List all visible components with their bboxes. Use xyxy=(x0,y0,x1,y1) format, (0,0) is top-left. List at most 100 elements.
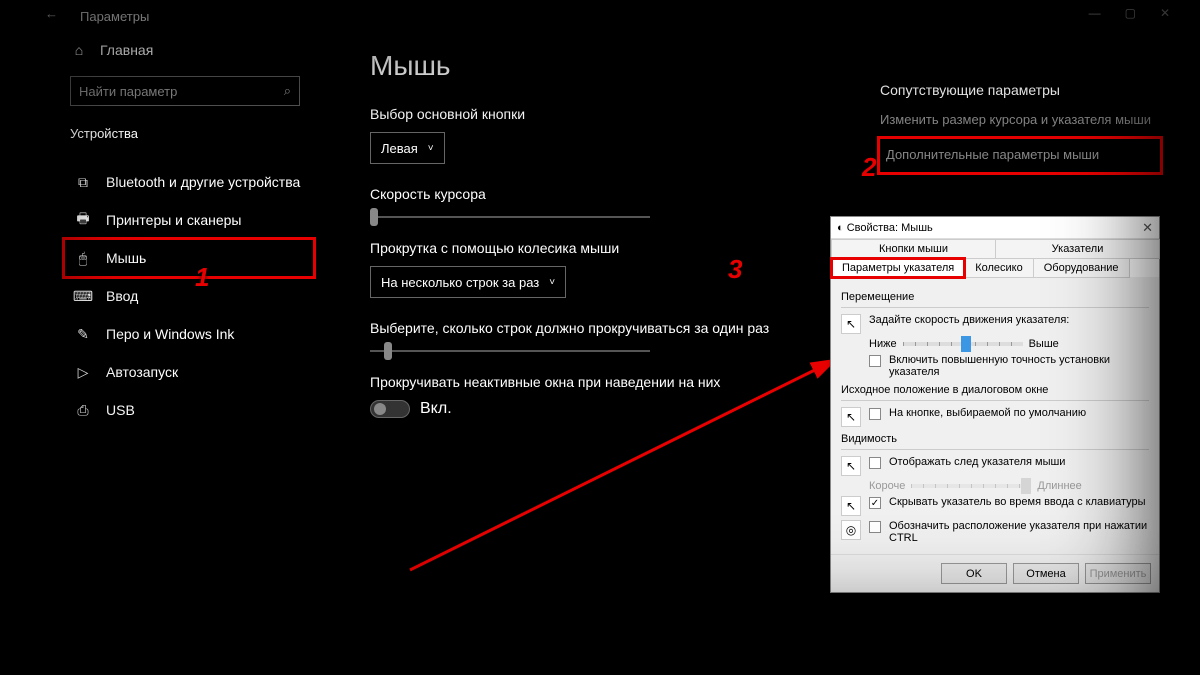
back-icon[interactable]: ← xyxy=(45,6,58,21)
maximize-button[interactable]: ▢ xyxy=(1125,6,1136,20)
related-link-cursorsize[interactable]: Изменить размер курсора и указателя мыши xyxy=(880,112,1160,129)
dialog-buttons: OK Отмена Применить xyxy=(831,554,1159,592)
dialog-body: Перемещение ↖ Задайте скорость движения … xyxy=(831,277,1159,554)
scroll-mode-label: Прокрутка с помощью колесика мыши xyxy=(370,240,850,256)
minimize-button[interactable]: — xyxy=(1089,6,1101,20)
hide-pointer-label: Скрывать указатель во время ввода с клав… xyxy=(889,496,1146,508)
main-content: Мышь Выбор основной кнопки Левая ˅ Скоро… xyxy=(370,50,850,418)
annotation-2: 2 xyxy=(862,152,876,183)
cursor-speed-slider[interactable] xyxy=(370,216,650,218)
pen-icon: ✎ xyxy=(74,326,92,343)
sidebar-section: Устройства xyxy=(70,126,330,141)
cancel-button[interactable]: Отмена xyxy=(1013,563,1079,584)
lines-label: Выберите, сколько строк должно прокручив… xyxy=(370,320,850,336)
tab-buttons[interactable]: Кнопки мыши xyxy=(831,239,996,259)
trail-length-slider xyxy=(911,484,1031,488)
inactive-scroll-toggle[interactable]: Вкл. xyxy=(370,400,850,418)
tab-hardware[interactable]: Оборудование xyxy=(1033,258,1130,278)
locate-icon: ◎ xyxy=(841,520,861,540)
usb-icon: ⎙ xyxy=(74,402,92,419)
sidebar-item-label: Автозапуск xyxy=(106,364,178,380)
pointer-speed-label: Задайте скорость движения указателя: xyxy=(869,314,1069,326)
sidebar-item-label: Мышь xyxy=(106,250,146,266)
speed-high-label: Выше xyxy=(1029,338,1059,350)
annotation-1: 1 xyxy=(195,262,209,293)
trail-icon: ↖ xyxy=(841,456,861,476)
slider-thumb[interactable] xyxy=(961,336,971,352)
primary-button-value: Левая xyxy=(381,141,418,156)
chevron-down-icon: ˅ xyxy=(428,143,434,154)
trail-long-label: Длиннее xyxy=(1037,480,1081,492)
related-link-advanced[interactable]: Дополнительные параметры мыши xyxy=(880,139,1160,172)
sidebar-item-label: Bluetooth и другие устройства xyxy=(106,174,300,190)
sidebar-item-pen[interactable]: ✎ Перо и Windows Ink xyxy=(70,315,330,353)
mouse-icon: 🖱 xyxy=(74,250,92,267)
ctrl-locate-checkbox[interactable] xyxy=(869,521,881,533)
group-motion: Перемещение xyxy=(841,291,1149,303)
home-icon: ⌂ xyxy=(70,42,88,58)
sidebar-item-usb[interactable]: ⎙ USB xyxy=(70,391,330,429)
dialog-title: Свойства: Мышь xyxy=(847,222,933,234)
primary-button-select[interactable]: Левая ˅ xyxy=(370,132,445,164)
slider-thumb xyxy=(1021,478,1031,494)
group-visibility: Видимость xyxy=(841,433,1149,445)
sidebar-item-printers[interactable]: 🖶 Принтеры и сканеры xyxy=(70,201,330,239)
search-icon: ⌕ xyxy=(284,83,291,99)
toggle-knob xyxy=(374,403,386,415)
search-placeholder: Найти параметр xyxy=(79,84,177,99)
sidebar-home[interactable]: ⌂ Главная xyxy=(70,42,330,58)
hide-icon: ↖ xyxy=(841,496,861,516)
enhance-precision-label: Включить повышенную точность установки у… xyxy=(889,354,1149,378)
group-snap: Исходное положение в диалоговом окне xyxy=(841,384,1149,396)
window-titlebar: ← Параметры — ▢ ✕ xyxy=(0,0,1200,32)
slider-thumb[interactable] xyxy=(384,342,392,360)
sidebar-home-label: Главная xyxy=(100,42,153,58)
scroll-mode-value: На несколько строк за раз xyxy=(381,275,539,290)
sidebar-item-bluetooth[interactable]: ⧉ Bluetooth и другие устройства xyxy=(70,163,330,201)
toggle-pill[interactable] xyxy=(370,400,410,418)
lines-slider[interactable] xyxy=(370,350,650,352)
tab-pointers[interactable]: Указатели xyxy=(995,239,1160,259)
sidebar-item-label: Ввод xyxy=(106,288,138,304)
pointer-icon: ↖ xyxy=(841,314,861,334)
tab-pointer-options[interactable]: Параметры указателя xyxy=(831,258,965,278)
ok-button[interactable]: OK xyxy=(941,563,1007,584)
apply-button[interactable]: Применить xyxy=(1085,563,1151,584)
inactive-scroll-label: Прокручивать неактивные окна при наведен… xyxy=(370,374,850,390)
snap-default-checkbox[interactable] xyxy=(869,408,881,420)
chevron-down-icon: ˅ xyxy=(549,277,555,288)
related-panel: Сопутствующие параметры Изменить размер … xyxy=(880,82,1160,182)
dialog-close-button[interactable]: ✕ xyxy=(1142,220,1153,236)
sidebar-item-label: Перо и Windows Ink xyxy=(106,326,234,342)
sidebar-item-mouse[interactable]: 🖱 Мышь xyxy=(64,239,314,277)
hide-pointer-checkbox[interactable]: ✓ xyxy=(869,497,881,509)
sidebar-item-autoplay[interactable]: ▷ Автозапуск xyxy=(70,353,330,391)
search-input[interactable]: Найти параметр ⌕ xyxy=(70,76,300,106)
pointer-trail-label: Отображать след указателя мыши xyxy=(889,456,1065,468)
ctrl-locate-label: Обозначить расположение указателя при на… xyxy=(889,520,1149,544)
sidebar-item-label: Принтеры и сканеры xyxy=(106,212,241,228)
window-title: Параметры xyxy=(80,9,149,24)
tab-row-back: Кнопки мыши Указатели xyxy=(831,239,1159,258)
sidebar-item-label: USB xyxy=(106,402,135,418)
pointer-speed-slider[interactable] xyxy=(903,342,1023,346)
tab-row-front: Параметры указателя Колесико Оборудовани… xyxy=(831,258,1159,277)
snap-default-label: На кнопке, выбираемой по умолчанию xyxy=(889,407,1086,419)
enhance-precision-checkbox[interactable] xyxy=(869,355,881,367)
keyboard-icon: ⌨ xyxy=(74,288,92,305)
page-title: Мышь xyxy=(370,50,850,82)
scroll-mode-select[interactable]: На несколько строк за раз ˅ xyxy=(370,266,566,298)
primary-button-label: Выбор основной кнопки xyxy=(370,106,850,122)
tab-wheel[interactable]: Колесико xyxy=(964,258,1034,278)
slider-thumb[interactable] xyxy=(370,208,378,226)
window-controls: — ▢ ✕ xyxy=(1089,6,1170,20)
mouse-properties-dialog: ◐ Свойства: Мышь ✕ Кнопки мыши Указатели… xyxy=(830,216,1160,593)
bluetooth-icon: ⧉ xyxy=(74,174,92,191)
close-button[interactable]: ✕ xyxy=(1160,6,1170,20)
pointer-trail-checkbox[interactable] xyxy=(869,457,881,469)
snap-icon: ↖ xyxy=(841,407,861,427)
mouse-device-icon: ◐ xyxy=(837,222,844,234)
trail-short-label: Короче xyxy=(869,480,905,492)
printer-icon: 🖶 xyxy=(74,208,92,232)
sidebar: ⌂ Главная Найти параметр ⌕ Устройства ⧉ … xyxy=(70,42,330,429)
